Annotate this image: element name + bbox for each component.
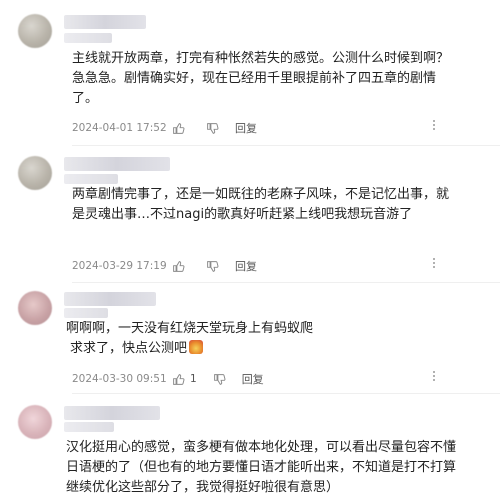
comment-text: 两章剧情完事了，还是一如既往的老麻子风味，不是记忆出事，就是灵魂出事…不过nag… [72,187,450,222]
thumbs-up-icon [173,373,185,385]
reply-button[interactable]: 回复 [242,371,264,387]
user-meta-blurred [64,308,108,318]
comment-text-line-2: 求求了，快点公测吧 [66,339,452,359]
thumbs-down-icon [207,122,219,134]
avatar[interactable] [18,291,52,325]
dislike-button[interactable] [206,260,219,273]
like-button[interactable]: 1 [172,373,197,386]
username-blurred[interactable] [64,157,170,171]
comment-text: 汉化挺用心的感觉，蛮多梗有做本地化处理，可以看出尽量包容不懂日语梗的了（但也有的… [66,440,457,495]
avatar[interactable] [18,14,52,48]
divider [72,393,500,394]
comment-text-line: 求求了，快点公测吧 [70,341,188,356]
like-button[interactable] [172,260,190,273]
thumbs-up-icon [173,122,185,134]
dislike-button[interactable] [213,373,226,386]
comment-text: 啊啊啊，一天没有红烧天堂玩身上有蚂蚁爬 求求了，快点公测吧 [66,319,452,359]
divider [72,282,500,283]
more-options-icon[interactable] [432,371,436,383]
thumbs-down-icon [207,260,219,272]
more-options-icon[interactable] [432,120,436,132]
thumbs-up-icon [173,260,185,272]
comment-time: 2024-04-01 17:52 [72,122,167,134]
comment-text-line: 啊啊啊，一天没有红烧天堂玩身上有蚂蚁爬 [66,321,314,336]
comment-time: 2024-03-30 09:51 [72,373,167,385]
username-blurred[interactable] [64,406,160,420]
more-options-icon[interactable] [432,258,436,270]
divider [72,145,500,146]
comment-meta: 2024-03-30 09:51 1 回复 [72,371,264,387]
like-count: 1 [190,373,197,385]
user-meta-blurred [64,174,118,184]
username-blurred[interactable] [64,15,146,29]
avatar[interactable] [18,156,52,190]
user-meta-blurred [64,422,114,432]
comment-text: 主线就开放两章，打完有种怅然若失的感觉。公测什么时候到啊？急急急。剧情确实好，现… [72,51,450,106]
avatar[interactable] [18,405,52,439]
like-button[interactable] [172,122,190,135]
dislike-button[interactable] [206,122,219,135]
reply-button[interactable]: 回复 [235,258,257,274]
thumbs-down-icon [213,373,226,385]
reply-button[interactable]: 回复 [235,120,257,136]
comment-meta: 2024-04-01 17:52 回复 [72,120,257,136]
crying-face-emoji-icon [189,340,204,354]
user-meta-blurred [64,33,112,43]
comment-time: 2024-03-29 17:19 [72,260,167,272]
comment-meta: 2024-03-29 17:19 回复 [72,258,257,274]
username-blurred[interactable] [64,292,156,306]
